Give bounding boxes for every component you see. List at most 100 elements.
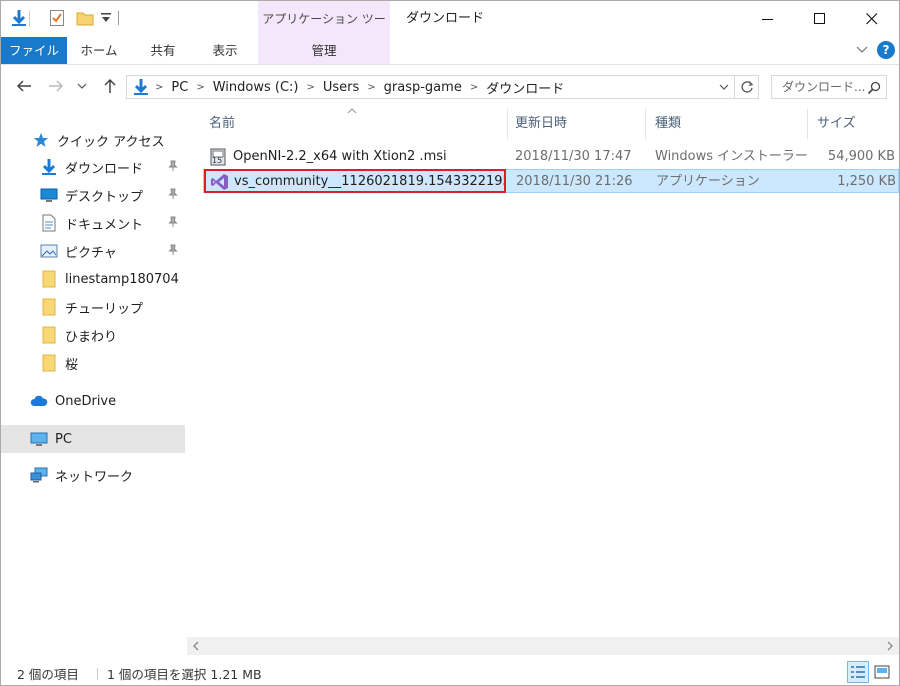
breadcrumb-separator-icon[interactable]: >: [302, 82, 318, 93]
sidebar-item-folder[interactable]: linestamp180704: [1, 265, 185, 293]
help-icon[interactable]: ?: [877, 41, 895, 59]
computer-icon: [29, 429, 49, 449]
search-icon: [867, 80, 881, 102]
chevron-down-icon: [719, 84, 729, 90]
breadcrumb-drive[interactable]: Windows (C:): [209, 80, 303, 95]
sidebar-item-label: ドキュメント: [65, 217, 144, 233]
tab-manage[interactable]: 管理: [258, 37, 390, 64]
properties-icon[interactable]: [49, 9, 65, 31]
file-date: 2018/11/30 17:47: [515, 149, 632, 164]
navigation-pane: クイック アクセス ダウンロード デスクトップ ドキュメント ピクチャ line…: [1, 105, 187, 655]
scroll-left-icon[interactable]: [187, 637, 205, 655]
selection-info: 1 個の項目を選択 1.21 MB: [107, 667, 262, 682]
forward-button[interactable]: [45, 75, 67, 97]
sidebar-item-label: ピクチャ: [65, 245, 117, 261]
breadcrumb-user[interactable]: grasp-game: [380, 80, 466, 95]
download-arrow-icon[interactable]: [11, 9, 27, 31]
file-date: 2018/11/30 21:26: [516, 174, 633, 189]
sidebar-item-label: チューリップ: [65, 301, 144, 317]
column-header-date[interactable]: 更新日時: [515, 109, 645, 139]
column-header-size[interactable]: サイズ: [817, 109, 887, 139]
network-icon: [29, 465, 49, 485]
cloud-icon: [29, 391, 49, 411]
navigation-bar: > PC > Windows (C:) > Users > grasp-game…: [1, 67, 899, 105]
sidebar-item-documents[interactable]: ドキュメント: [1, 209, 185, 237]
breadcrumb-separator-icon[interactable]: >: [192, 82, 208, 93]
tab-file[interactable]: ファイル: [1, 37, 67, 64]
large-icons-view-button[interactable]: [871, 661, 893, 683]
file-type: Windows インストーラー ...: [655, 149, 807, 164]
window-title: ダウンロード: [406, 11, 485, 26]
forward-arrow-icon: [49, 80, 64, 92]
download-arrow-icon: [39, 157, 59, 177]
quick-access[interactable]: クイック アクセス: [1, 126, 185, 154]
large-icons-view-icon: [874, 665, 890, 679]
quick-access-label: クイック アクセス: [57, 134, 165, 150]
file-name: vs_community__1126021819.1543322195 (...: [234, 174, 504, 189]
qa-divider: [29, 11, 30, 27]
address-history-button[interactable]: [714, 76, 734, 98]
horizontal-scrollbar[interactable]: [187, 637, 899, 655]
context-tab-title: アプリケーション ツール: [258, 1, 390, 62]
pin-icon[interactable]: [167, 244, 179, 260]
ribbon-expand-icon[interactable]: [856, 44, 868, 59]
search-input[interactable]: ダウンロード...: [771, 75, 887, 99]
sidebar-item-label: ダウンロード: [65, 161, 144, 177]
breadcrumb-pc[interactable]: PC: [167, 80, 192, 95]
sidebar-item-folder[interactable]: ひまわり: [1, 321, 185, 349]
tab-view[interactable]: 表示: [197, 37, 253, 64]
sidebar-item-onedrive[interactable]: OneDrive: [1, 387, 185, 415]
sidebar-item-downloads[interactable]: ダウンロード: [1, 153, 185, 181]
sidebar-item-folder[interactable]: チューリップ: [1, 293, 185, 321]
table-row[interactable]: 15 OpenNI-2.2_x64 with Xtion2 .msi 2018/…: [203, 145, 899, 169]
desktop-icon: [39, 185, 59, 205]
sidebar-item-pictures[interactable]: ピクチャ: [1, 237, 185, 265]
scroll-right-icon[interactable]: [881, 637, 899, 655]
breadcrumb-separator-icon[interactable]: >: [363, 82, 379, 93]
tab-home[interactable]: ホーム: [71, 37, 127, 64]
file-size: 54,900 KB: [827, 149, 895, 164]
folder-icon: [39, 297, 59, 317]
column-divider[interactable]: [645, 109, 646, 139]
details-view-icon: [851, 666, 865, 678]
download-folder-icon: [133, 78, 149, 96]
ribbon-tabs: ファイル ホーム 共有 表示 管理 ?: [1, 37, 899, 65]
file-list: 名前 更新日時 種類 サイズ 15 OpenNI-2.2_x64 with Xt…: [197, 105, 899, 655]
close-button[interactable]: [849, 1, 895, 37]
file-name: OpenNI-2.2_x64 with Xtion2 .msi: [233, 149, 447, 164]
minimize-button[interactable]: [745, 1, 791, 37]
sidebar-item-pc[interactable]: PC: [1, 425, 185, 453]
table-row[interactable]: vs_community__1126021819.1543322195 (...…: [203, 169, 899, 193]
sidebar-item-label: PC: [55, 431, 72, 447]
breadcrumb-downloads[interactable]: ダウンロード: [482, 78, 568, 97]
pin-icon[interactable]: [167, 216, 179, 232]
breadcrumb-users[interactable]: Users: [319, 80, 363, 95]
folder-icon: [39, 269, 59, 289]
new-folder-icon[interactable]: [76, 9, 94, 31]
qa-customize-icon[interactable]: [100, 11, 112, 29]
address-bar[interactable]: > PC > Windows (C:) > Users > grasp-game…: [126, 75, 735, 99]
pin-icon[interactable]: [167, 160, 179, 176]
file-type: アプリケーション: [656, 174, 760, 189]
maximize-button[interactable]: [797, 1, 843, 37]
sidebar-item-desktop[interactable]: デスクトップ: [1, 181, 185, 209]
tab-share[interactable]: 共有: [135, 37, 191, 64]
file-size: 1,250 KB: [837, 174, 896, 189]
sidebar-item-folder[interactable]: 桜: [1, 349, 185, 377]
sidebar-item-label: 桜: [65, 357, 79, 373]
breadcrumb-separator-icon[interactable]: >: [466, 82, 482, 93]
column-header-type[interactable]: 種類: [655, 109, 805, 139]
pin-icon[interactable]: [167, 188, 179, 204]
back-button[interactable]: [13, 75, 35, 97]
details-view-button[interactable]: [847, 661, 869, 683]
up-button[interactable]: [99, 75, 121, 97]
breadcrumb-separator-icon[interactable]: >: [151, 82, 167, 93]
column-divider[interactable]: [807, 109, 808, 139]
title-bar: アプリケーション ツール ダウンロード: [1, 1, 899, 62]
column-header-name[interactable]: 名前: [209, 109, 499, 139]
sidebar-item-network[interactable]: ネットワーク: [1, 461, 185, 489]
minimize-icon: [762, 19, 773, 20]
recent-locations-button[interactable]: [75, 75, 89, 97]
column-divider[interactable]: [507, 109, 508, 139]
refresh-button[interactable]: [735, 75, 759, 99]
